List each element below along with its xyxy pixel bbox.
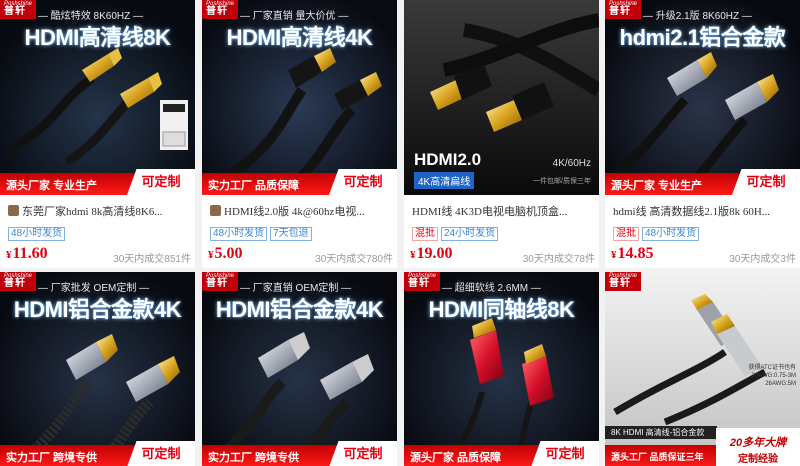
footer-slogan: 实力工厂 跨境专供	[6, 452, 98, 464]
customizable-label: 可定制	[127, 441, 195, 466]
image-footer-banner: 源头厂家 品质保障 可定制	[404, 441, 599, 466]
footer-slogan: 实力工厂 跨境专供	[208, 452, 300, 464]
service-tag: 混批	[613, 227, 639, 241]
sales-count: 30天内成交78件	[522, 254, 595, 265]
product-grid: Poshshine 普轩 — 酷炫特效 8K60HZ — HDMI高清线8K 源头…	[0, 0, 800, 466]
product-image[interactable]: Poshshine 普轩 — 厂家直销 OEM定制 — HDMI铝合金款4K 实力…	[202, 272, 397, 466]
service-tag: 48小时发货	[8, 227, 66, 241]
experience-badge: 20多年大牌 定制经验	[716, 428, 800, 466]
sales-count: 30天内成交3件	[729, 254, 796, 265]
brand-badge: Poshshine 普轩	[202, 272, 239, 291]
product-title[interactable]: HDMI线 4K3D电视电脑机顶盒...	[412, 203, 592, 219]
product-price: ¥19.00	[410, 245, 453, 262]
image-headline: HDMI铝合金款4K	[13, 297, 182, 322]
product-card[interactable]: Poshshine 普轩 — 升级2.1版 8K60HZ — hdmi2.1铝合金…	[605, 0, 800, 268]
customizable-label: 可定制	[329, 441, 397, 466]
image-headline: HDMI同轴线8K	[428, 297, 575, 322]
product-price: ¥11.60	[6, 245, 48, 262]
customizable-label: 可定制	[127, 169, 195, 195]
brand-badge: Poshshine 普轩	[0, 0, 37, 19]
footer-slogan: 源头厂家 专业生产	[611, 180, 703, 192]
product-title-link[interactable]: HDMI线2.0版 4k@60hz电视...	[210, 203, 390, 219]
image-footer-banner: 实力工厂 跨境专供 可定制	[0, 441, 195, 466]
footer-slogan: 源头工厂 品质保证三年	[611, 452, 704, 462]
product-strip: 8K HDMI 高清线-铝合金款	[605, 426, 717, 439]
image-headline: HDMI铝合金款4K	[215, 297, 384, 322]
image-small-text: 一件包邮/质保三年	[533, 178, 591, 185]
product-image[interactable]: Poshshine 普轩 — 厂家直销 量大价优 — HDMI高清线4K 实力工厂…	[202, 0, 397, 195]
spec-notes: 获得ATC证书也有 30AWG:0.75-3M 26AWG:5M	[748, 365, 796, 387]
product-image[interactable]: Poshshine 普轩 — 酷炫特效 8K60HZ — HDMI高清线8K 源头…	[0, 0, 195, 195]
customizable-label: 可定制	[732, 169, 800, 195]
brand-badge: Poshshine 普轩	[0, 272, 37, 291]
brand-badge: Poshshine 普轩	[605, 272, 642, 291]
image-headline: HDMI高清线4K	[226, 25, 373, 50]
service-tags: 48小时发货	[8, 221, 68, 241]
footer-slogan: 源头厂家 专业生产	[6, 180, 98, 192]
image-main-text: HDMI2.0	[414, 150, 482, 169]
shop-icon	[8, 205, 19, 216]
product-image[interactable]: HDMI2.0 4K高清扁线 4K/60Hz 一件包邮/质保三年	[404, 0, 599, 195]
image-footer-banner: 实力工厂 跨境专供 可定制	[202, 441, 397, 466]
product-title: 东莞厂家hdmi 8k高清线8K6...	[22, 206, 163, 218]
product-image[interactable]: Poshshine 普轩 获得ATC证书也有 30AWG:0.75-3M 26AW…	[605, 272, 800, 466]
product-image[interactable]: Poshshine 普轩 — 超细软线 2.6MM — HDMI同轴线8K 源头厂…	[404, 272, 599, 466]
service-tags: 混批 24小时发货	[412, 221, 501, 241]
product-price: ¥14.85	[611, 245, 654, 262]
service-tag: 7天包退	[270, 227, 312, 241]
sales-count: 30天内成交851件	[113, 254, 191, 265]
service-tag: 48小时发货	[210, 227, 268, 241]
brand-badge: Poshshine 普轩	[202, 0, 239, 19]
product-image[interactable]: Poshshine 普轩 — 升级2.1版 8K60HZ — hdmi2.1铝合金…	[605, 0, 800, 195]
image-headline: HDMI高清线8K	[24, 25, 171, 50]
service-tag: 24小时发货	[441, 227, 499, 241]
footer-slogan: 源头厂家 品质保障	[410, 452, 502, 464]
product-card[interactable]: Poshshine 普轩 — 厂家直销 量大价优 — HDMI高清线4K 实力工厂…	[202, 0, 397, 268]
product-card[interactable]: HDMI2.0 4K高清扁线 4K/60Hz 一件包邮/质保三年 HDMI线 4…	[404, 0, 599, 268]
product-price: ¥5.00	[208, 245, 243, 262]
product-card[interactable]: Poshshine 普轩 — 厂家直销 OEM定制 — HDMI铝合金款4K 实力…	[202, 272, 397, 466]
service-tags: 混批 48小时发货	[613, 221, 702, 241]
product-title[interactable]: hdmi线 高清数据线2.1版8k 60H...	[613, 203, 793, 219]
sales-count: 30天内成交780件	[315, 254, 393, 265]
image-footer-banner: 源头工厂 品质保证三年	[605, 445, 725, 466]
product-card[interactable]: Poshshine 普轩 — 厂家批发 OEM定制 — HDMI铝合金款4K 实力…	[0, 272, 195, 466]
service-tag: 混批	[412, 227, 438, 241]
image-blue-label: 4K高清扁线	[414, 172, 475, 189]
product-image[interactable]: Poshshine 普轩 — 厂家批发 OEM定制 — HDMI铝合金款4K 实力…	[0, 272, 195, 466]
shop-icon	[210, 205, 221, 216]
image-footer-banner: 源头厂家 专业生产 可定制	[605, 169, 800, 195]
brand-badge: Poshshine 普轩	[605, 0, 642, 19]
service-tags: 48小时发货 7天包退	[210, 221, 315, 241]
brand-badge: Poshshine 普轩	[404, 272, 441, 291]
product-card[interactable]: Poshshine 普轩 — 超细软线 2.6MM — HDMI同轴线8K 源头厂…	[404, 272, 599, 466]
image-spec-text: 4K/60Hz	[552, 158, 591, 169]
product-title-link[interactable]: 东莞厂家hdmi 8k高清线8K6...	[8, 203, 188, 219]
image-footer-banner: 实力工厂 品质保障 可定制	[202, 169, 397, 195]
footer-slogan: 实力工厂 品质保障	[208, 180, 300, 192]
product-title: HDMI线2.0版 4k@60hz电视...	[224, 206, 365, 218]
image-headline: hdmi2.1铝合金款	[619, 25, 786, 50]
customizable-label: 可定制	[531, 441, 599, 466]
image-footer-banner: 源头厂家 专业生产 可定制	[0, 169, 195, 195]
product-card[interactable]: Poshshine 普轩 — 酷炫特效 8K60HZ — HDMI高清线8K 源头…	[0, 0, 195, 268]
product-card[interactable]: Poshshine 普轩 获得ATC证书也有 30AWG:0.75-3M 26AW…	[605, 272, 800, 466]
customizable-label: 可定制	[329, 169, 397, 195]
service-tag: 48小时发货	[642, 227, 700, 241]
